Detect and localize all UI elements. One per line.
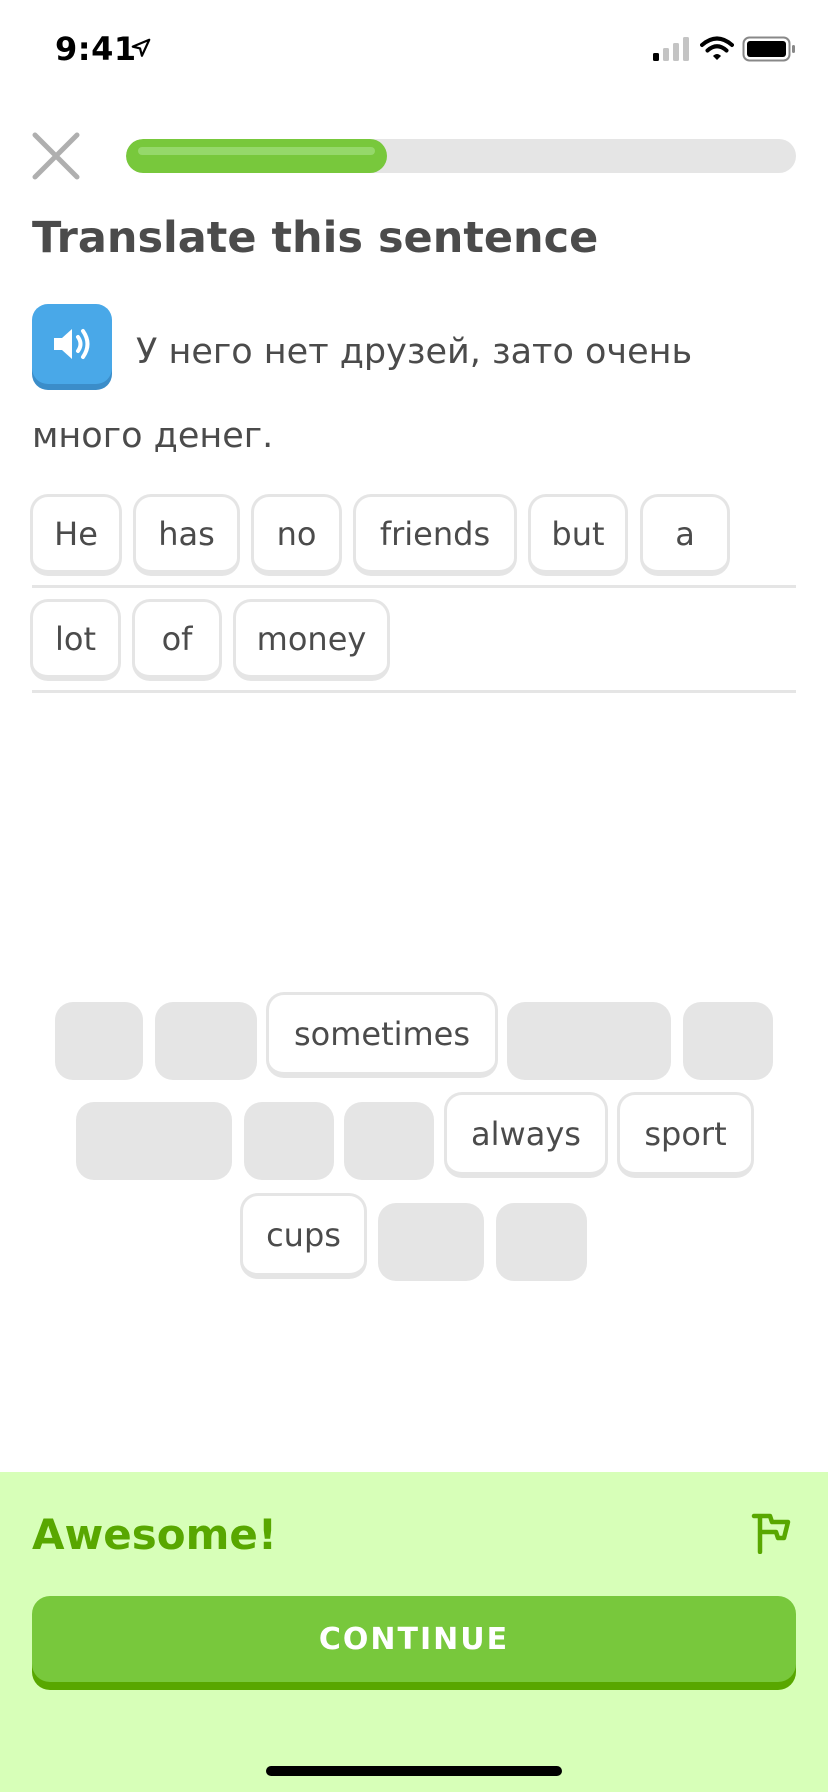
word-bank-empty-slot	[76, 1102, 232, 1180]
speaker-icon	[54, 329, 90, 359]
answer-line-2	[32, 690, 796, 693]
progress-bar	[126, 139, 796, 173]
answer-word-tile[interactable]: has	[133, 494, 240, 576]
prompt-sentence: У него нет друзей, зато очень много дене…	[32, 332, 693, 456]
word-bank-tile[interactable]: sport	[617, 1092, 754, 1178]
status-bar: 9:41	[0, 0, 828, 100]
answer-word-tile[interactable]: of	[132, 599, 222, 681]
word-bank-empty-slot	[55, 1002, 143, 1080]
answer-word-tile[interactable]: a	[640, 494, 730, 576]
word-bank-empty-slot	[496, 1203, 587, 1281]
word-bank-empty-slot	[244, 1102, 334, 1180]
word-bank-tile[interactable]: cups	[240, 1193, 367, 1279]
battery-icon	[742, 36, 795, 62]
progress-bar-highlight	[138, 147, 376, 155]
exercise-title: Translate this sentence	[32, 213, 599, 263]
location-arrow-icon	[131, 38, 151, 57]
speaker-button[interactable]	[32, 304, 112, 384]
answer-word-tile[interactable]: money	[233, 599, 390, 681]
word-bank-empty-slot	[344, 1102, 434, 1180]
cellular-signal-icon	[653, 37, 689, 61]
status-time: 9:41	[55, 30, 137, 68]
word-bank-empty-slot	[507, 1002, 671, 1080]
answer-line-1	[32, 585, 796, 588]
report-flag-icon[interactable]	[748, 1508, 794, 1554]
home-indicator	[266, 1766, 562, 1776]
answer-word-tile[interactable]: no	[251, 494, 342, 576]
word-bank-empty-slot	[155, 1002, 257, 1080]
wifi-icon	[700, 36, 734, 60]
close-icon[interactable]	[30, 130, 82, 182]
answer-word-tile[interactable]: lot	[30, 599, 121, 681]
word-bank-empty-slot	[378, 1203, 484, 1281]
word-bank-empty-slot	[683, 1002, 773, 1080]
answer-word-tile[interactable]: He	[30, 494, 122, 576]
answer-word-tile[interactable]: friends	[353, 494, 517, 576]
word-bank-tile[interactable]: always	[444, 1092, 608, 1178]
word-bank-tile[interactable]: sometimes	[266, 992, 498, 1078]
continue-button[interactable]: CONTINUE	[32, 1596, 796, 1682]
answer-word-tile[interactable]: but	[528, 494, 628, 576]
progress-bar-fill	[126, 139, 388, 173]
feedback-message: Awesome!	[32, 1510, 278, 1559]
